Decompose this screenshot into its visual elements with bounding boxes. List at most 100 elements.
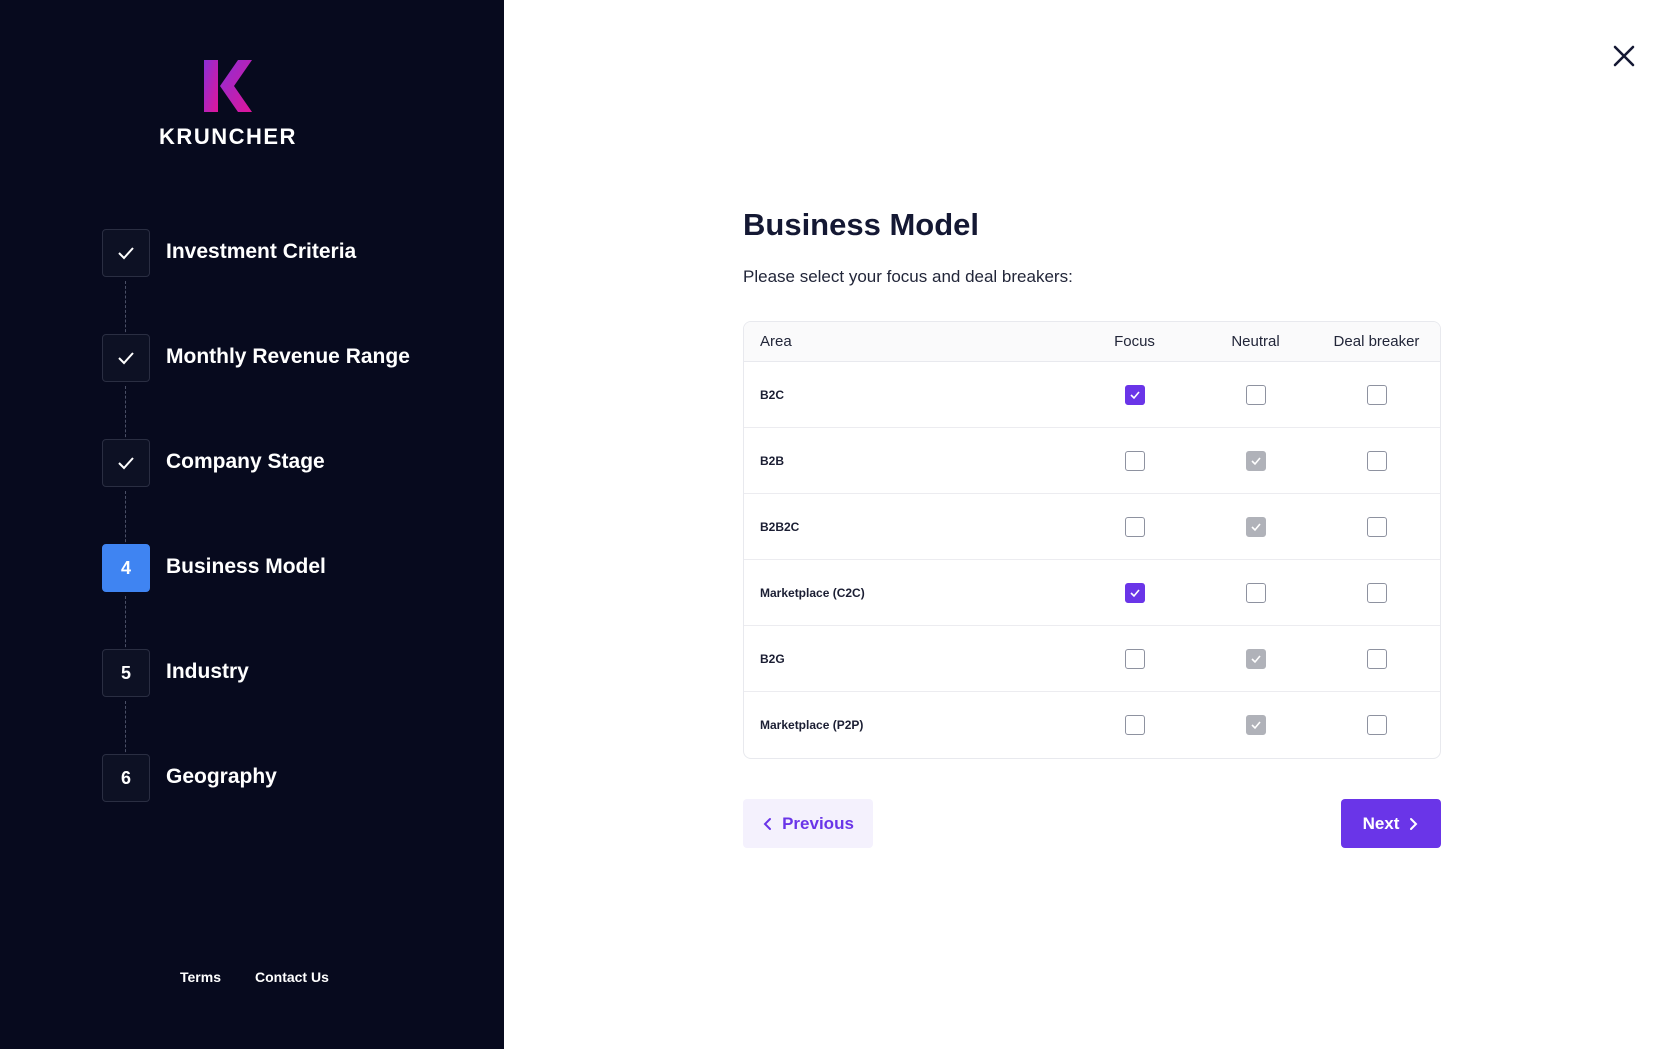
header-neutral: Neutral [1231, 333, 1280, 350]
step-industry[interactable]: 5 Industry [102, 649, 462, 697]
table-header: Area Focus Neutral Deal breaker [744, 322, 1440, 362]
table-row: B2B [744, 428, 1440, 494]
close-button[interactable] [1608, 40, 1640, 72]
check-icon [118, 247, 134, 260]
cell-deal-breaker [1316, 516, 1437, 537]
next-label: Next [1362, 813, 1400, 833]
table-row: B2B2C [744, 494, 1440, 560]
table-row: Marketplace (P2P) [744, 692, 1440, 758]
step-label: Industry [166, 660, 249, 683]
sidebar: KRUNCHER Investment Criteria Monthly Rev… [0, 0, 504, 1049]
step-indicator [102, 334, 150, 382]
close-icon [1613, 45, 1635, 67]
page-subtitle: Please select your focus and deal breake… [743, 267, 1073, 286]
row-area-label: B2C [760, 387, 785, 402]
logo: KRUNCHER [0, 58, 456, 150]
step-connector [125, 386, 126, 442]
next-button[interactable]: Next [1341, 799, 1441, 848]
chevron-left-icon [763, 817, 772, 830]
deal-breaker-checkbox[interactable] [1366, 582, 1387, 603]
check-icon [118, 457, 134, 470]
step-label: Geography [166, 765, 277, 788]
brand-name: KRUNCHER [159, 124, 297, 149]
table-row: B2G [744, 626, 1440, 692]
previous-button[interactable]: Previous [743, 799, 873, 848]
chevron-right-icon [1410, 817, 1418, 830]
neutral-checkbox[interactable] [1245, 516, 1266, 537]
step-investment-criteria[interactable]: Investment Criteria [102, 229, 462, 277]
cell-focus [1074, 516, 1195, 537]
cell-neutral [1195, 384, 1316, 405]
step-connector [125, 701, 126, 757]
row-area-label: Marketplace (C2C) [760, 585, 865, 600]
step-label: Investment Criteria [166, 240, 357, 263]
deal-breaker-checkbox[interactable] [1366, 516, 1387, 537]
step-connector [125, 596, 126, 652]
step-business-model[interactable]: 4 Business Model [102, 544, 462, 592]
step-number: 6 [102, 754, 150, 802]
cell-deal-breaker [1316, 715, 1437, 735]
table-body: B2C B2B B2B2C Marketplace (C2C) B2G Marketpla… [744, 362, 1440, 758]
step-number: 4 [102, 544, 150, 592]
focus-checkbox[interactable] [1124, 582, 1145, 603]
table-row: Marketplace (C2C) [744, 560, 1440, 626]
neutral-checkbox[interactable] [1245, 648, 1266, 669]
deal-breaker-checkbox[interactable] [1366, 450, 1387, 471]
cell-neutral [1195, 648, 1316, 669]
step-company-stage[interactable]: Company Stage [102, 439, 462, 487]
focus-checkbox[interactable] [1124, 715, 1145, 735]
header-deal-breaker: Deal breaker [1333, 333, 1420, 350]
row-area-label: B2B [760, 453, 785, 468]
kruncher-logo-icon [204, 60, 252, 112]
cell-deal-breaker [1316, 450, 1437, 471]
page-title: Business Model [743, 207, 979, 242]
step-connector [125, 491, 126, 547]
check-icon [118, 352, 134, 365]
focus-checkbox[interactable] [1124, 384, 1145, 405]
cell-neutral [1195, 715, 1316, 735]
table-row: B2C [744, 362, 1440, 428]
deal-breaker-checkbox[interactable] [1366, 648, 1387, 669]
step-monthly-revenue-range[interactable]: Monthly Revenue Range [102, 334, 462, 382]
row-area-label: B2B2C [760, 519, 800, 534]
cell-deal-breaker [1316, 582, 1437, 603]
neutral-checkbox[interactable] [1245, 450, 1266, 471]
step-label: Monthly Revenue Range [166, 345, 410, 368]
cell-deal-breaker [1316, 648, 1437, 669]
cell-focus [1074, 450, 1195, 471]
focus-checkbox[interactable] [1124, 648, 1145, 669]
step-indicator [102, 439, 150, 487]
contact-us-link[interactable]: Contact Us [255, 969, 329, 985]
previous-label: Previous [782, 813, 854, 833]
cell-focus [1074, 384, 1195, 405]
cell-focus [1074, 715, 1195, 735]
row-area-label: Marketplace (P2P) [760, 718, 864, 732]
deal-breaker-checkbox[interactable] [1366, 384, 1387, 405]
step-connector [125, 281, 126, 337]
step-number: 5 [102, 649, 150, 697]
cell-deal-breaker [1316, 384, 1437, 405]
cell-neutral [1195, 450, 1316, 471]
step-label: Business Model [166, 555, 326, 578]
header-area: Area [760, 333, 792, 350]
focus-checkbox[interactable] [1124, 450, 1145, 471]
step-geography[interactable]: 6 Geography [102, 754, 462, 802]
cell-focus [1074, 648, 1195, 669]
header-focus: Focus [1114, 333, 1155, 350]
neutral-checkbox[interactable] [1245, 582, 1266, 603]
focus-checkbox[interactable] [1124, 516, 1145, 537]
cell-neutral [1195, 516, 1316, 537]
row-area-label: B2G [760, 651, 785, 666]
cell-focus [1074, 582, 1195, 603]
terms-link[interactable]: Terms [180, 969, 221, 985]
business-model-table: Area Focus Neutral Deal breaker B2C B2B B2… [743, 321, 1441, 759]
sidebar-footer: Terms Contact Us [180, 969, 329, 985]
cell-neutral [1195, 582, 1316, 603]
step-indicator [102, 229, 150, 277]
main-content: Business Model Please select your focus … [743, 207, 1441, 849]
deal-breaker-checkbox[interactable] [1366, 715, 1387, 735]
step-label: Company Stage [166, 450, 325, 473]
neutral-checkbox[interactable] [1245, 384, 1266, 405]
neutral-checkbox[interactable] [1245, 715, 1266, 735]
form-actions: Previous Next [743, 799, 1441, 849]
